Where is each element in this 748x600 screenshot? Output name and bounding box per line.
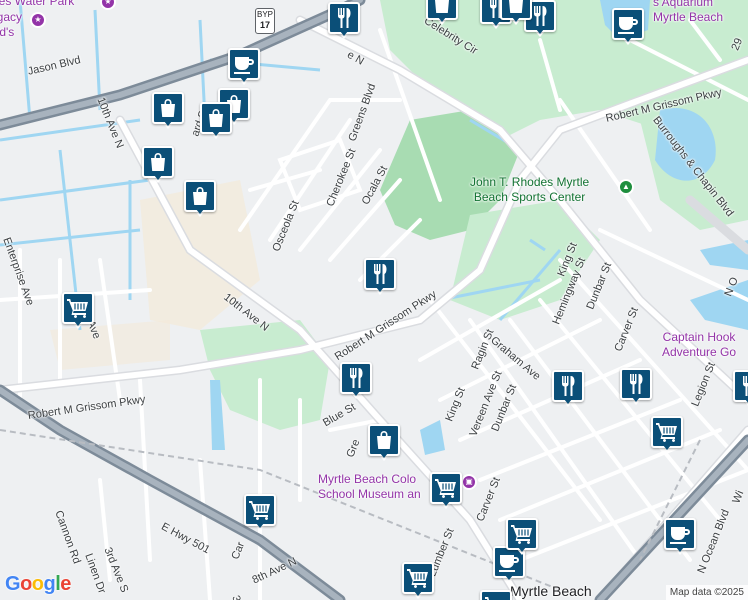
restaurant-marker[interactable] — [620, 368, 652, 406]
map-canvas[interactable]: Jason Blvd 10th Ave N 10th Ave N Greens Blv… — [0, 0, 748, 600]
shopping-bag-marker[interactable] — [142, 146, 174, 184]
museum-dot-icon[interactable]: ▣ — [461, 474, 477, 490]
restaurant-icon — [364, 258, 396, 290]
cafe-icon — [228, 48, 260, 80]
shopping-cart-marker[interactable] — [62, 292, 94, 330]
shopping-bag-icon — [200, 102, 232, 134]
shopping-cart-icon — [506, 518, 538, 550]
logo-letter: g — [43, 573, 56, 595]
poi-label[interactable]: egacyold's — [0, 10, 22, 40]
restaurant-marker[interactable] — [340, 362, 372, 400]
shopping-cart-marker[interactable] — [430, 472, 462, 510]
restaurant-icon — [733, 370, 748, 402]
cafe-icon — [664, 518, 696, 550]
shopping-cart-icon — [651, 416, 683, 448]
poi-label[interactable]: Captain Hook Adventure Go — [662, 330, 736, 360]
shopping-cart-marker[interactable] — [506, 518, 538, 556]
restaurant-marker[interactable] — [364, 258, 396, 296]
restaurant-icon — [340, 362, 372, 394]
google-logo: Google — [5, 573, 71, 596]
shopping-bag-icon — [184, 180, 216, 212]
poi-label[interactable]: Myrtle Beach — [510, 584, 592, 599]
sports-center-dot-icon[interactable]: ▲ — [618, 179, 634, 195]
shopping-cart-icon — [244, 494, 276, 526]
shopping-bag-icon — [368, 424, 400, 456]
water-park-dot-icon[interactable]: ★ — [30, 12, 46, 28]
logo-letter: e — [60, 573, 71, 595]
poi-label[interactable]: Myrtle Beach Colo School Museum an — [318, 472, 421, 502]
restaurant-icon — [552, 370, 584, 402]
restaurant-icon — [328, 2, 360, 34]
cafe-marker[interactable] — [612, 8, 644, 46]
shopping-cart-icon — [402, 562, 434, 594]
route-shield-us17: BYP 17 — [255, 8, 275, 34]
shopping-bag-marker[interactable] — [184, 180, 216, 218]
restaurant-marker[interactable] — [552, 370, 584, 408]
shopping-bag-icon — [142, 146, 174, 178]
cafe-icon — [612, 8, 644, 40]
route-shield-number: 17 — [259, 20, 270, 30]
shopping-cart-icon — [62, 292, 94, 324]
shopping-bag-marker[interactable] — [500, 0, 532, 26]
cafe-marker[interactable] — [664, 518, 696, 556]
shopping-cart-icon — [430, 472, 462, 504]
shopping-cart-marker[interactable] — [244, 494, 276, 532]
shopping-bag-marker[interactable] — [368, 424, 400, 462]
shopping-cart-marker[interactable] — [480, 590, 512, 600]
route-shield-top: BYP — [256, 10, 273, 19]
logo-letter: G — [5, 573, 21, 595]
restaurant-marker[interactable] — [733, 370, 748, 408]
shopping-bag-marker[interactable] — [152, 92, 184, 130]
poi-label[interactable]: John T. Rhodes Myrtle Beach Sports Center — [470, 175, 589, 205]
shopping-bag-icon — [152, 92, 184, 124]
cafe-marker[interactable] — [228, 48, 260, 86]
logo-letter: o — [20, 573, 32, 595]
restaurant-icon — [620, 368, 652, 400]
shopping-cart-icon — [480, 590, 512, 600]
shopping-bag-marker[interactable] — [200, 102, 232, 140]
shopping-cart-marker[interactable] — [651, 416, 683, 454]
poi-label[interactable]: aves Water Park — [0, 0, 74, 9]
shopping-bag-marker[interactable] — [426, 0, 458, 26]
restaurant-marker[interactable] — [328, 2, 360, 40]
map-attribution[interactable]: Map data ©2025 — [665, 585, 748, 600]
logo-letter: o — [31, 573, 44, 595]
shopping-cart-marker[interactable] — [402, 562, 434, 600]
poi-label[interactable]: s Aquarium Myrtle Beach — [653, 0, 723, 25]
